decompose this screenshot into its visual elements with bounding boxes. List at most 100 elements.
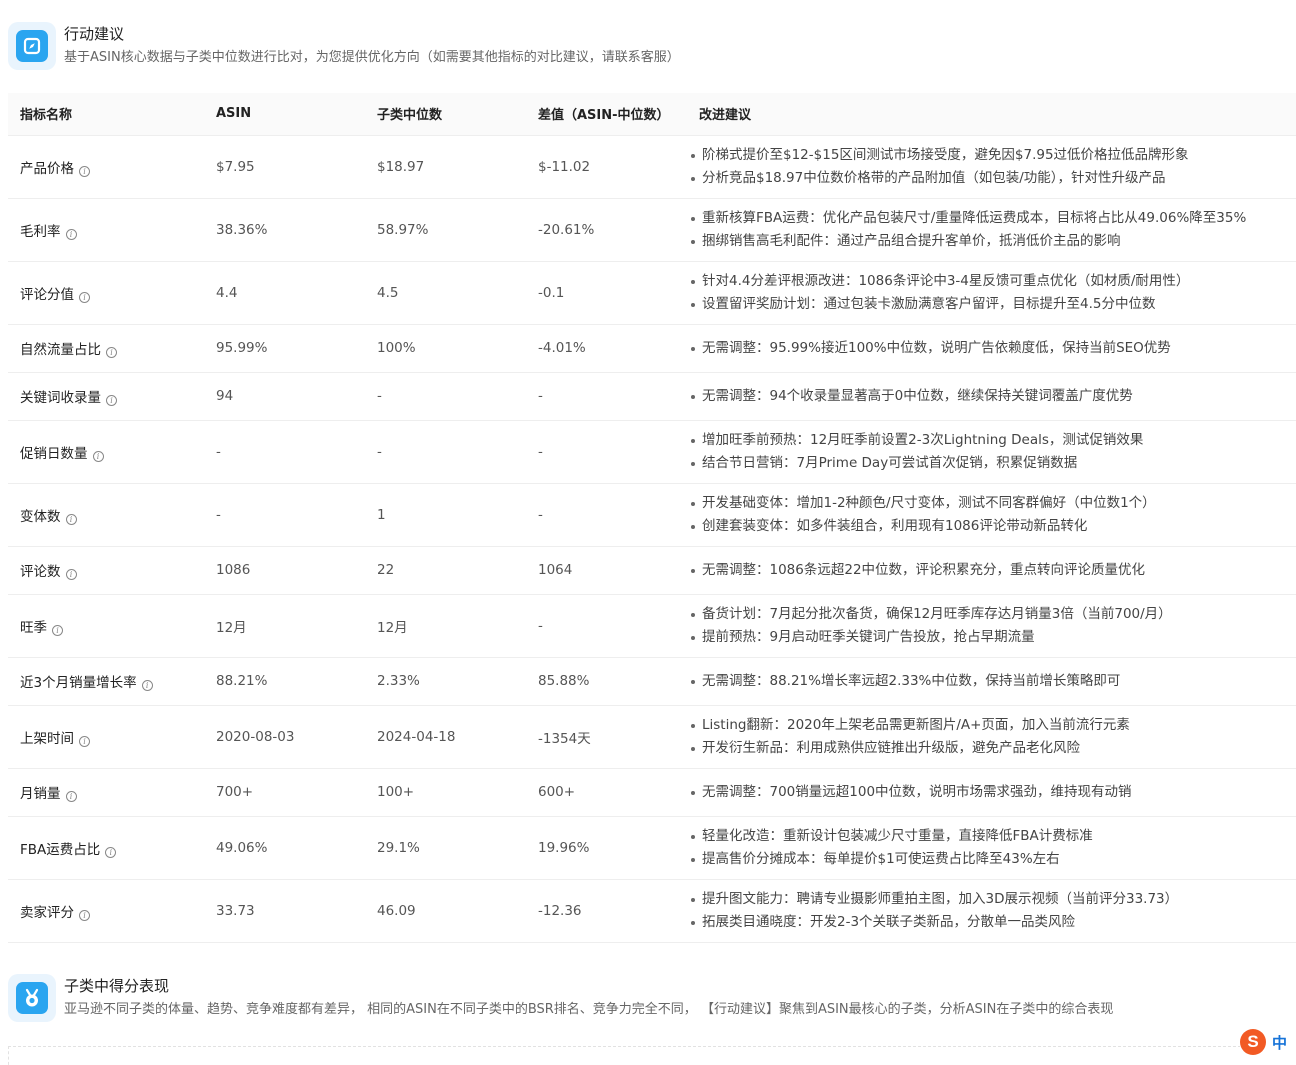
info-icon[interactable]: i: [65, 513, 77, 525]
diff-value-cell: 19.96%: [526, 816, 687, 880]
suggestion-item: 开发衍生新品：利用成熟供应链推出升级版，避免产品老化风险: [691, 737, 1296, 760]
suggestion-cell: 增加旺季前预热：12月旺季前设置2-3次Lightning Deals，测试促销…: [687, 420, 1296, 484]
diff-value-cell: -: [526, 372, 687, 421]
suggestion-cell: 轻量化改造：重新设计包装减少尺寸重量，直接降低FBA计费标准 提高售价分摊成本：每…: [687, 816, 1296, 880]
suggestion-list: 无需调整：88.21%增长率远超2.33%中位数，保持当前增长策略即可: [691, 670, 1296, 693]
suggestion-list: 无需调整：95.99%接近100%中位数，说明广告依赖度低，保持当前SEO优势: [691, 337, 1296, 360]
metric-name: 评论分值: [20, 286, 74, 303]
section-title: 子类中得分表现: [64, 977, 170, 995]
suggestion-cell: 无需调整：700销量远超100中位数，说明市场需求强劲，维持现有动销: [687, 768, 1296, 817]
asin-value-cell: 38.36%: [204, 198, 365, 262]
table-row: 产品价格 i $7.95 $18.97 $-11.02 阶梯式提价至$12-$15区间测试…: [8, 135, 1296, 199]
suggestion-list: 无需调整：94个收录量显著高于0中位数，继续保持关键词覆盖广度优势: [691, 385, 1296, 408]
diff-value-cell: -1354天: [526, 705, 687, 769]
ime-indicator[interactable]: S 中: [1240, 1028, 1296, 1056]
suggestion-item: 提升图文能力：聘请专业摄影师重拍主图，加入3D展示视频（当前评分33.73）: [691, 888, 1296, 911]
suggestion-cell: 备货计划：7月起分批次备货，确保12月旺季库存达月销量3倍（当前700/月） 提前…: [687, 594, 1296, 658]
suggestions-table: 指标名称 ASIN 子类中位数 差值（ASIN-中位数） 改进建议 产品价格 i $…: [8, 93, 1296, 943]
action-suggestions-header: 行动建议 基于ASIN核心数据与子类中位数进行比对，为您提供优化方向（如需要其他…: [8, 22, 1288, 70]
info-icon[interactable]: i: [79, 165, 90, 177]
table-row: 关键词收录量 i 94- - 无需调整：94个收录量显著高于0中位数，继续保持关键词覆盖…: [8, 372, 1296, 421]
metric-name: 毛利率: [20, 223, 61, 240]
info-icon[interactable]: i: [105, 846, 117, 858]
info-icon[interactable]: i: [92, 450, 104, 462]
suggestion-list: 备货计划：7月起分批次备货，确保12月旺季库存达月销量3倍（当前700/月） 提前…: [691, 603, 1296, 649]
info-icon[interactable]: i: [79, 909, 90, 921]
suggestion-item: 设置留评奖励计划：通过包装卡激励满意客户留评，目标提升至4.5分中位数: [691, 293, 1296, 316]
compass-icon: [8, 22, 56, 70]
metric-cell: FBA运费占比 i: [8, 816, 204, 880]
suggestion-item: 提高售价分摊成本：每单提价$1可使运费占比降至43%左右: [691, 848, 1296, 871]
metric-name: 变体数: [20, 508, 61, 525]
col-header-asin[interactable]: ASIN: [204, 93, 365, 136]
info-icon[interactable]: i: [65, 791, 77, 802]
suggestion-item: Listing翻新：2020年上架老品需更新图片/A+页面，加入当前流行元素: [691, 714, 1296, 737]
metric-name: 近3个月销量增长率: [20, 675, 137, 691]
info-icon[interactable]: i: [141, 680, 153, 691]
median-value-cell: 4.5: [365, 261, 526, 325]
info-icon[interactable]: i: [79, 291, 90, 303]
sogou-logo-icon: S: [1240, 1029, 1266, 1055]
metric-cell: 旺季 i: [8, 594, 204, 658]
suggestion-item: 结合节日营销：7月Prime Day可尝试首次促销，积累促销数据: [691, 452, 1296, 475]
table-row: 上架时间 i 2020-08-03 2024-04-18 -1354天 Listing翻新…: [8, 705, 1296, 769]
median-value-cell: -: [365, 420, 526, 484]
asin-value-cell: 49.06%: [204, 816, 365, 880]
metric-name: 上架时间: [20, 730, 74, 747]
metric-cell: 关键词收录量 i: [8, 372, 204, 421]
info-icon[interactable]: i: [65, 228, 77, 240]
median-value-cell: 100+: [365, 768, 526, 817]
suggestion-list: 无需调整：700销量远超100中位数，说明市场需求强劲，维持现有动销: [691, 781, 1296, 804]
info-icon[interactable]: i: [65, 569, 77, 580]
col-header-suggestion[interactable]: 改进建议: [687, 93, 1296, 136]
suggestion-item: 开发基础变体：增加1-2种颜色/尺寸变体，测试不同客群偏好（中位数1个）: [691, 492, 1296, 515]
diff-value-cell: -: [526, 483, 687, 547]
asin-value-cell: 95.99%: [204, 324, 365, 373]
metric-name: 产品价格: [20, 160, 74, 177]
info-icon[interactable]: i: [106, 347, 117, 358]
asin-value-cell: 4.4: [204, 261, 365, 325]
subcategory-content-area: [8, 1046, 1296, 1065]
metric-name: 卖家评分: [20, 904, 74, 921]
diff-value-cell: -12.36: [526, 879, 687, 943]
metric-name: 关键词收录量: [20, 390, 101, 406]
table-row: 自然流量占比 i 95.99% 100% -4.01% 无需调整：95.99%接近100%…: [8, 324, 1296, 373]
metric-cell: 自然流量占比 i: [8, 324, 204, 373]
info-icon[interactable]: i: [79, 735, 90, 747]
medal-icon: [8, 974, 56, 1022]
suggestion-item: 分析竞品$18.97中位数价格带的产品附加值（如包装/功能），针对性升级产品: [691, 167, 1296, 190]
asin-value-cell: 700+: [204, 768, 365, 817]
metric-name: FBA运费占比: [20, 841, 101, 858]
suggestion-item: 增加旺季前预热：12月旺季前设置2-3次Lightning Deals，测试促销…: [691, 429, 1296, 452]
suggestion-list: 阶梯式提价至$12-$15区间测试市场接受度，避免因$7.95过低价格拉低品牌形…: [691, 144, 1296, 190]
metric-name: 自然流量占比: [20, 342, 101, 358]
median-value-cell: 12月: [365, 594, 526, 658]
col-header-median[interactable]: 子类中位数: [365, 93, 526, 136]
col-header-metric[interactable]: 指标名称: [8, 93, 204, 136]
suggestion-cell: 无需调整：1086条远超22中位数，评论积累充分，重点转向评论质量优化: [687, 546, 1296, 595]
suggestion-list: 轻量化改造：重新设计包装减少尺寸重量，直接降低FBA计费标准 提高售价分摊成本：每…: [691, 825, 1296, 871]
col-header-diff[interactable]: 差值（ASIN-中位数）: [526, 93, 687, 136]
metric-cell: 卖家评分 i: [8, 879, 204, 943]
metric-cell: 近3个月销量增长率 i: [8, 657, 204, 706]
info-icon[interactable]: i: [52, 624, 63, 636]
asin-value-cell: 88.21%: [204, 657, 365, 706]
metric-cell: 月销量 i: [8, 768, 204, 817]
metric-cell: 产品价格 i: [8, 135, 204, 199]
table-row: 毛利率 i 38.36% 58.97% -20.61% 重新核算FBA运费：优化产品包装尺…: [8, 198, 1296, 262]
asin-value-cell: 33.73: [204, 879, 365, 943]
metric-cell: 变体数 i: [8, 483, 204, 547]
suggestion-item: 拓展类目通晓度：开发2-3个关联子类新品，分散单一品类风险: [691, 911, 1296, 934]
suggestion-item: 无需调整：700销量远超100中位数，说明市场需求强劲，维持现有动销: [691, 781, 1296, 804]
metric-name: 月销量: [20, 786, 61, 802]
asin-value-cell: -: [204, 483, 365, 547]
suggestion-list: 开发基础变体：增加1-2种颜色/尺寸变体，测试不同客群偏好（中位数1个） 创建套装…: [691, 492, 1296, 538]
suggestion-cell: 无需调整：94个收录量显著高于0中位数，继续保持关键词覆盖广度优势: [687, 372, 1296, 421]
suggestion-cell: Listing翻新：2020年上架老品需更新图片/A+页面，加入当前流行元素 开发…: [687, 705, 1296, 769]
metric-cell: 毛利率 i: [8, 198, 204, 262]
table-row: 月销量 i 700+ 100+ 600+ 无需调整：700销量远超100中位数，说明市场需…: [8, 768, 1296, 817]
info-icon[interactable]: i: [106, 395, 117, 406]
suggestion-item: 创建套装变体：如多件装组合，利用现有1086评论带动新品转化: [691, 515, 1296, 538]
diff-value-cell: -20.61%: [526, 198, 687, 262]
diff-value-cell: $-11.02: [526, 135, 687, 199]
